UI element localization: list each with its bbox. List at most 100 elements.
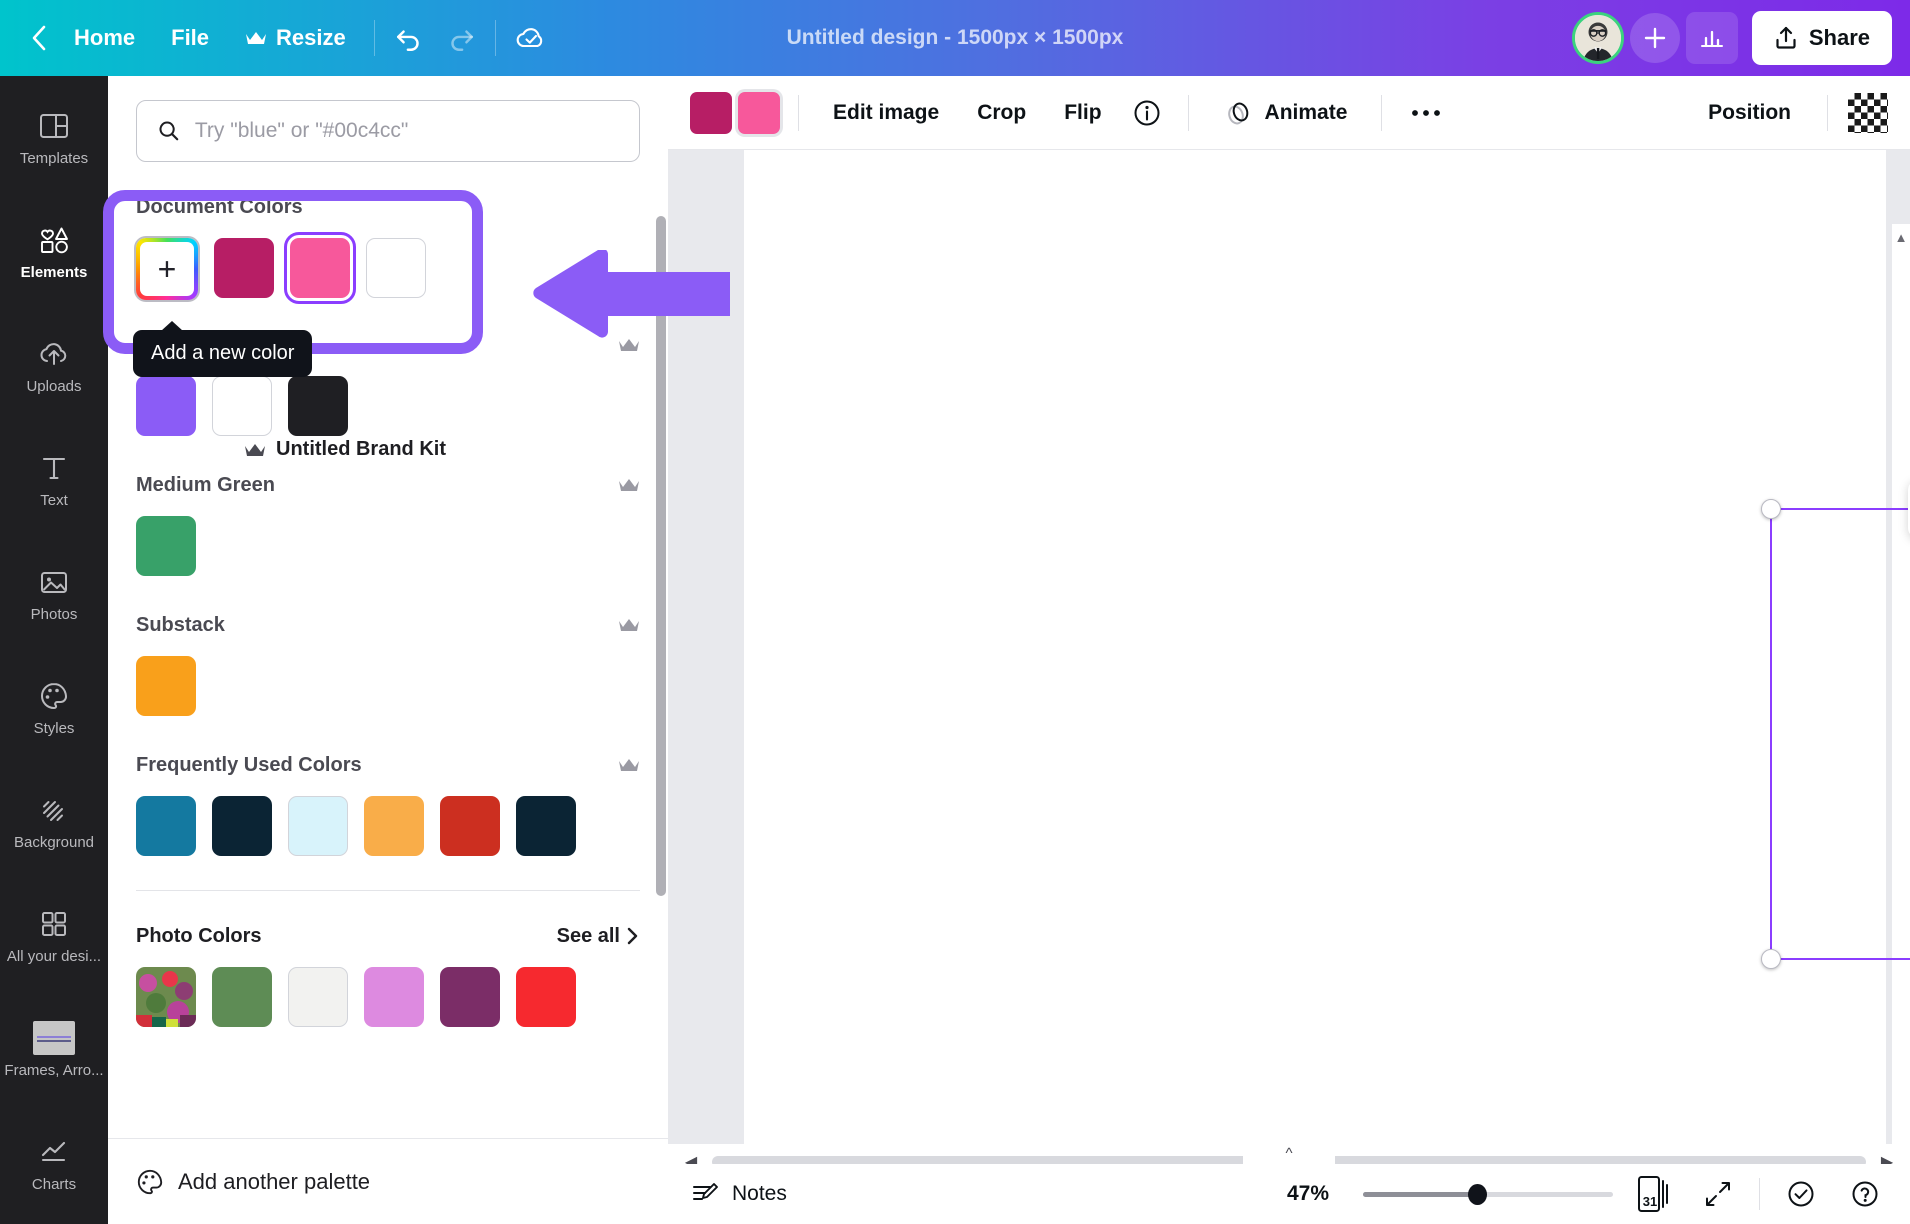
crown-icon <box>244 442 266 458</box>
palette-color-swatch[interactable] <box>516 796 576 856</box>
palette-color-swatch[interactable] <box>288 376 348 436</box>
document-color-swatch-selected[interactable] <box>290 238 350 298</box>
object-color-swatch-magenta[interactable] <box>690 92 732 134</box>
palette-color-swatch[interactable] <box>212 796 272 856</box>
notes-label: Notes <box>732 1182 787 1206</box>
brand-kit-row[interactable]: Untitled Brand Kit Edit <box>244 438 668 461</box>
sidebar-item-label: Uploads <box>26 378 81 395</box>
cloud-saved-button[interactable] <box>506 13 556 63</box>
palette-color-swatch[interactable] <box>364 796 424 856</box>
status-check-button[interactable] <box>1778 1171 1824 1217</box>
palette-color-swatch[interactable] <box>440 796 500 856</box>
add-new-color-button[interactable]: + <box>136 238 198 300</box>
upload-icon <box>1774 25 1798 51</box>
brand-kit-title-group: Untitled Brand Kit <box>244 438 446 461</box>
insights-button[interactable] <box>1686 12 1738 64</box>
sidebar-item-text[interactable]: Text <box>4 432 104 528</box>
sidebar-item-uploads[interactable]: Uploads <box>4 318 104 414</box>
object-color-swatch-pink[interactable] <box>738 92 780 134</box>
divider <box>136 890 640 891</box>
sidebar-item-elements[interactable]: Elements <box>4 204 104 300</box>
crown-icon <box>618 617 640 633</box>
crop-button[interactable]: Crop <box>961 90 1042 136</box>
flip-button[interactable]: Flip <box>1048 90 1117 136</box>
share-label: Share <box>1809 25 1870 51</box>
add-palette-label: Add another palette <box>178 1169 370 1195</box>
palette-color-swatch[interactable] <box>136 796 196 856</box>
resize-handle-top-left[interactable] <box>1761 499 1781 519</box>
sidebar-item-all-your-designs[interactable]: All your desi... <box>4 888 104 984</box>
photo-thumbnail-image <box>136 967 196 1027</box>
document-color-swatch[interactable] <box>366 238 426 298</box>
palette-color-swatch[interactable] <box>136 376 196 436</box>
search-box[interactable] <box>136 100 640 162</box>
photo-thumbnail-swatch[interactable] <box>136 967 196 1027</box>
info-button[interactable] <box>1124 90 1170 136</box>
photo-color-swatch[interactable] <box>440 967 500 1027</box>
canvas-area[interactable]: ▲ ▼ <box>668 150 1910 1150</box>
zoom-controls: 47% 31 <box>1287 1171 1888 1217</box>
palette-swatches <box>136 656 640 716</box>
sidebar-item-templates[interactable]: Templates <box>4 90 104 186</box>
section-title: Frequently Used Colors <box>136 754 362 777</box>
share-button[interactable]: Share <box>1752 11 1892 65</box>
divider <box>1381 95 1382 131</box>
animate-button[interactable]: Animate <box>1207 90 1364 136</box>
sidebar-item-photos[interactable]: Photos <box>4 546 104 642</box>
sidebar-item-frames-arrows[interactable]: Frames, Arro... <box>4 1002 104 1098</box>
file-label: File <box>171 25 209 51</box>
resize-handle-bottom-left[interactable] <box>1761 949 1781 969</box>
see-all-button[interactable]: See all <box>557 925 640 948</box>
document-color-swatch[interactable] <box>214 238 274 298</box>
more-options-button[interactable] <box>1400 90 1452 136</box>
photo-color-swatch[interactable] <box>516 967 576 1027</box>
fullscreen-button[interactable] <box>1695 1171 1741 1217</box>
resize-button[interactable]: Resize <box>227 14 364 62</box>
zoom-slider-knob[interactable] <box>1468 1184 1487 1205</box>
sidebar-item-charts[interactable]: Charts <box>4 1116 104 1212</box>
add-another-palette-button[interactable]: Add another palette <box>136 1168 370 1196</box>
flip-label: Flip <box>1064 101 1101 125</box>
transparency-button[interactable] <box>1848 93 1888 133</box>
position-button[interactable]: Position <box>1692 90 1807 136</box>
file-menu[interactable]: File <box>153 14 227 62</box>
left-arrow-icon <box>530 250 730 340</box>
top-bar: Home File Resize <box>0 0 1910 76</box>
page-manager-button[interactable]: 31 <box>1631 1171 1677 1217</box>
sidebar-item-label: Styles <box>34 720 75 737</box>
selected-element-sunburst[interactable] <box>1770 508 1910 960</box>
search-input[interactable] <box>195 119 619 143</box>
avatar[interactable] <box>1572 12 1624 64</box>
back-button[interactable] <box>22 21 56 55</box>
undo-button[interactable] <box>385 13 435 63</box>
help-button[interactable] <box>1842 1171 1888 1217</box>
redo-button[interactable] <box>435 13 485 63</box>
plus-icon <box>1642 25 1668 51</box>
animate-label: Animate <box>1265 101 1348 125</box>
home-label: Home <box>74 25 135 51</box>
photo-color-swatch[interactable] <box>364 967 424 1027</box>
photo-color-swatch[interactable] <box>212 967 272 1027</box>
page-number-label: 31 <box>1637 1194 1663 1209</box>
palette-color-swatch[interactable] <box>136 516 196 576</box>
home-button[interactable]: Home <box>56 14 153 62</box>
sidebar-item-label: Background <box>14 834 94 851</box>
sunburst-ray <box>1817 555 1910 702</box>
scroll-up-arrow[interactable]: ▲ <box>1892 224 1910 250</box>
cloud-saved-icon <box>515 23 547 53</box>
add-member-button[interactable] <box>1630 13 1680 63</box>
section-title: Substack <box>136 614 225 637</box>
sidebar-item-styles[interactable]: Styles <box>4 660 104 756</box>
add-color-tooltip: Add a new color <box>133 330 312 377</box>
notes-button[interactable]: Notes <box>690 1179 787 1209</box>
design-page[interactable] <box>744 150 1886 1150</box>
palette-color-swatch[interactable] <box>288 796 348 856</box>
sidebar-item-background[interactable]: Background <box>4 774 104 870</box>
section-header: Medium Green <box>136 470 640 500</box>
edit-image-button[interactable]: Edit image <box>817 90 955 136</box>
text-icon <box>37 451 71 485</box>
palette-color-swatch[interactable] <box>136 656 196 716</box>
palette-color-swatch[interactable] <box>212 376 272 436</box>
zoom-slider[interactable] <box>1363 1192 1613 1197</box>
photo-color-swatch[interactable] <box>288 967 348 1027</box>
